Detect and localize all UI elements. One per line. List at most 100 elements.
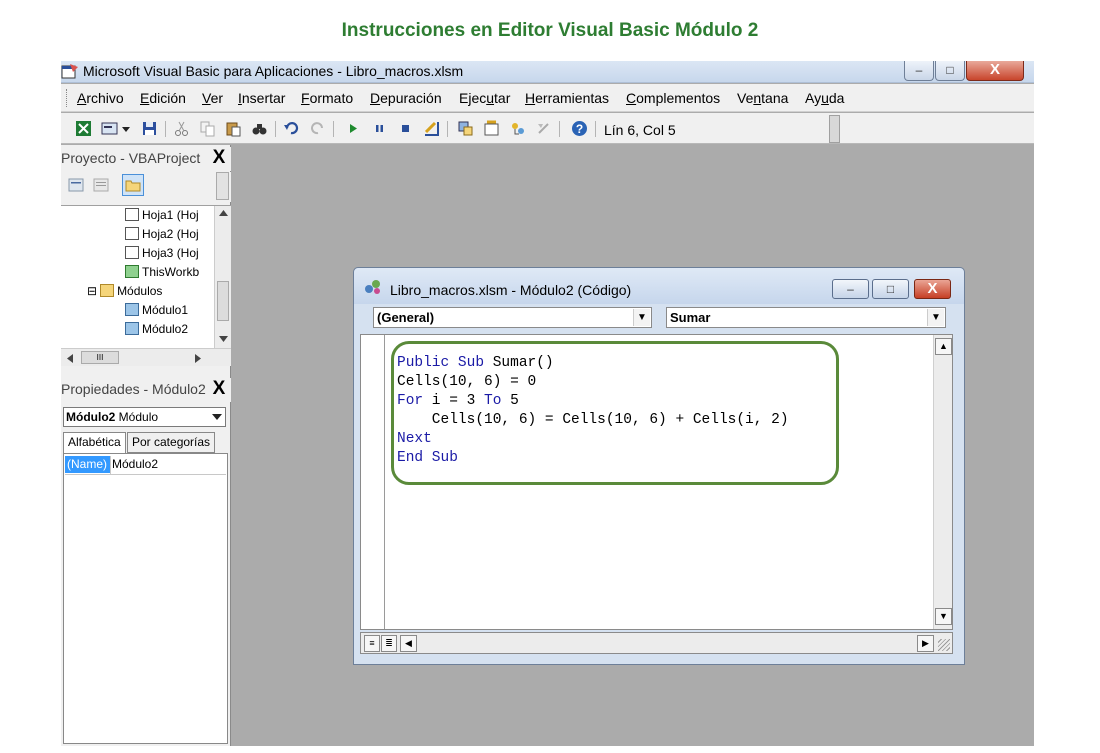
- project-pane-title: Proyecto - VBAProject X: [61, 147, 231, 171]
- menu-item-ayuda[interactable]: Ayuda: [805, 90, 844, 106]
- properties-title-text: Propiedades - Módulo2: [61, 381, 206, 397]
- menu-item-depuración[interactable]: Depuración: [370, 90, 442, 106]
- toolbar-overflow[interactable]: [829, 115, 840, 143]
- tree-item-hoja2[interactable]: Hoja2 (Hoj: [125, 227, 199, 241]
- view-object-icon[interactable]: [93, 178, 109, 192]
- tree-item-label: Hoja3 (Hoj: [142, 246, 199, 260]
- copy-icon[interactable]: [199, 120, 216, 137]
- properties-window-icon[interactable]: [483, 120, 500, 137]
- tree-item-label: Módulo1: [142, 303, 189, 317]
- find-icon[interactable]: [251, 120, 268, 137]
- scroll-thumb[interactable]: [217, 281, 229, 321]
- property-name[interactable]: (Name): [65, 456, 110, 473]
- properties-object-select[interactable]: Módulo2 Módulo: [63, 407, 226, 427]
- tree-item-modulo2[interactable]: Módulo2: [125, 322, 188, 336]
- code-close-button[interactable]: X: [914, 279, 951, 299]
- scroll-down-icon[interactable]: ▼: [935, 608, 952, 625]
- tree-item-thisworkbook[interactable]: ThisWorkb: [125, 265, 199, 279]
- procedure-combo-value: Sumar: [670, 310, 711, 325]
- maximize-button[interactable]: □: [935, 61, 965, 81]
- pause-icon[interactable]: [371, 120, 388, 137]
- undo-icon[interactable]: [283, 120, 300, 137]
- menu-item-ventana[interactable]: Ventana: [737, 90, 788, 106]
- folder-icon: [125, 180, 141, 192]
- full-module-view-icon[interactable]: ≣: [381, 635, 397, 652]
- view-code-icon[interactable]: [68, 178, 84, 192]
- tab-por-categorias[interactable]: Por categorías: [127, 432, 216, 453]
- resize-grip[interactable]: [938, 639, 950, 651]
- close-button[interactable]: X: [966, 61, 1024, 81]
- menu-item-formato[interactable]: Formato: [301, 90, 353, 106]
- tree-item-label: Módulos: [117, 284, 163, 298]
- minimize-button[interactable]: –: [904, 61, 934, 81]
- menu-bar: Archivo Edición Ver Insertar Formato Depuraci…: [61, 84, 1034, 112]
- project-explorer-icon[interactable]: [457, 120, 474, 137]
- code-highlight-outline: [391, 341, 839, 485]
- menu-item-complementos[interactable]: Complementos: [626, 90, 720, 106]
- code-editor[interactable]: Public Sub Sumar() Cells(10, 6) = 0 For i …: [360, 334, 953, 630]
- tree-item-hoja1[interactable]: Hoja1 (Hoj: [125, 208, 199, 222]
- window-title: Microsoft Visual Basic para Aplicaciones…: [83, 63, 464, 79]
- tree-item-modulo1[interactable]: Módulo1: [125, 303, 188, 317]
- tab-alfabetica[interactable]: Alfabética: [63, 432, 126, 454]
- menu-item-label: n: [753, 90, 762, 106]
- vbe-window: Microsoft Visual Basic para Aplicaciones…: [61, 61, 1034, 746]
- toggle-folders-button[interactable]: [122, 174, 144, 196]
- menu-item-edición[interactable]: Edición: [140, 90, 186, 106]
- menu-item-insertar[interactable]: Insertar: [238, 90, 285, 106]
- tree-vertical-scrollbar[interactable]: [214, 206, 231, 349]
- sheet-icon: [125, 227, 139, 240]
- chevron-down-icon[interactable]: [212, 414, 222, 420]
- scroll-down-icon[interactable]: [219, 336, 228, 342]
- collapse-glyph[interactable]: ⊟: [87, 284, 97, 298]
- left-panel: Proyecto - VBAProject X Hoja1 (Hoj Hoja2…: [61, 145, 231, 746]
- save-icon[interactable]: [141, 120, 158, 137]
- cursor-position: Lín 6, Col 5: [604, 122, 676, 138]
- scroll-up-icon[interactable]: ▲: [935, 338, 952, 355]
- menu-item-label: F: [301, 90, 310, 106]
- procedure-view-icon[interactable]: ≡: [364, 635, 380, 652]
- toolbox-icon[interactable]: [535, 120, 552, 137]
- paste-icon[interactable]: [225, 120, 242, 137]
- property-value[interactable]: Módulo2: [112, 456, 158, 473]
- scroll-left-icon[interactable]: [67, 354, 73, 363]
- vba-app-icon: [61, 64, 78, 79]
- scroll-right-icon[interactable]: [195, 354, 201, 363]
- project-toolbar-overflow[interactable]: [216, 172, 229, 200]
- excel-view-icon[interactable]: [75, 120, 92, 137]
- scroll-thumb[interactable]: III: [81, 351, 119, 364]
- scroll-left-icon[interactable]: ◀: [400, 635, 417, 652]
- stop-icon[interactable]: [397, 120, 414, 137]
- menu-item-label: epuración: [380, 90, 442, 106]
- chevron-down-icon[interactable]: ▼: [927, 309, 944, 326]
- procedure-combo[interactable]: Sumar ▼: [666, 307, 946, 328]
- menu-item-label: Ejec: [459, 90, 487, 106]
- cut-icon[interactable]: [173, 120, 190, 137]
- code-minimize-button[interactable]: –: [832, 279, 869, 299]
- code-maximize-button[interactable]: □: [872, 279, 909, 299]
- menu-item-herramientas[interactable]: Herramientas: [525, 90, 609, 106]
- code-vertical-scrollbar[interactable]: ▲ ▼: [933, 335, 952, 629]
- design-mode-icon[interactable]: [423, 120, 440, 137]
- object-combo[interactable]: (General) ▼: [373, 307, 652, 328]
- tree-item-hoja3[interactable]: Hoja3 (Hoj: [125, 246, 199, 260]
- run-icon[interactable]: [345, 120, 362, 137]
- menu-item-ver[interactable]: Ver: [202, 90, 223, 106]
- scroll-up-icon[interactable]: [219, 210, 228, 216]
- insert-module-icon[interactable]: [101, 120, 118, 137]
- object-browser-icon[interactable]: [509, 120, 526, 137]
- tree-item-modulos[interactable]: ⊟ Módulos: [87, 284, 162, 298]
- close-project-pane-icon[interactable]: X: [209, 148, 229, 169]
- tree-horizontal-scrollbar[interactable]: III: [61, 348, 231, 366]
- redo-icon[interactable]: [309, 120, 326, 137]
- chevron-down-icon[interactable]: [121, 120, 131, 137]
- close-properties-pane-icon[interactable]: X: [209, 379, 229, 400]
- menu-item-label: da: [828, 90, 845, 106]
- menu-item-ejecutar[interactable]: Ejecutar: [459, 90, 510, 106]
- scroll-right-icon[interactable]: ▶: [917, 635, 934, 652]
- menu-item-archivo[interactable]: Archivo: [77, 90, 124, 106]
- chevron-down-icon[interactable]: ▼: [633, 309, 650, 326]
- object-combo-value: (General): [377, 310, 435, 325]
- code-margin[interactable]: [361, 335, 385, 629]
- help-icon[interactable]: ?: [571, 120, 588, 137]
